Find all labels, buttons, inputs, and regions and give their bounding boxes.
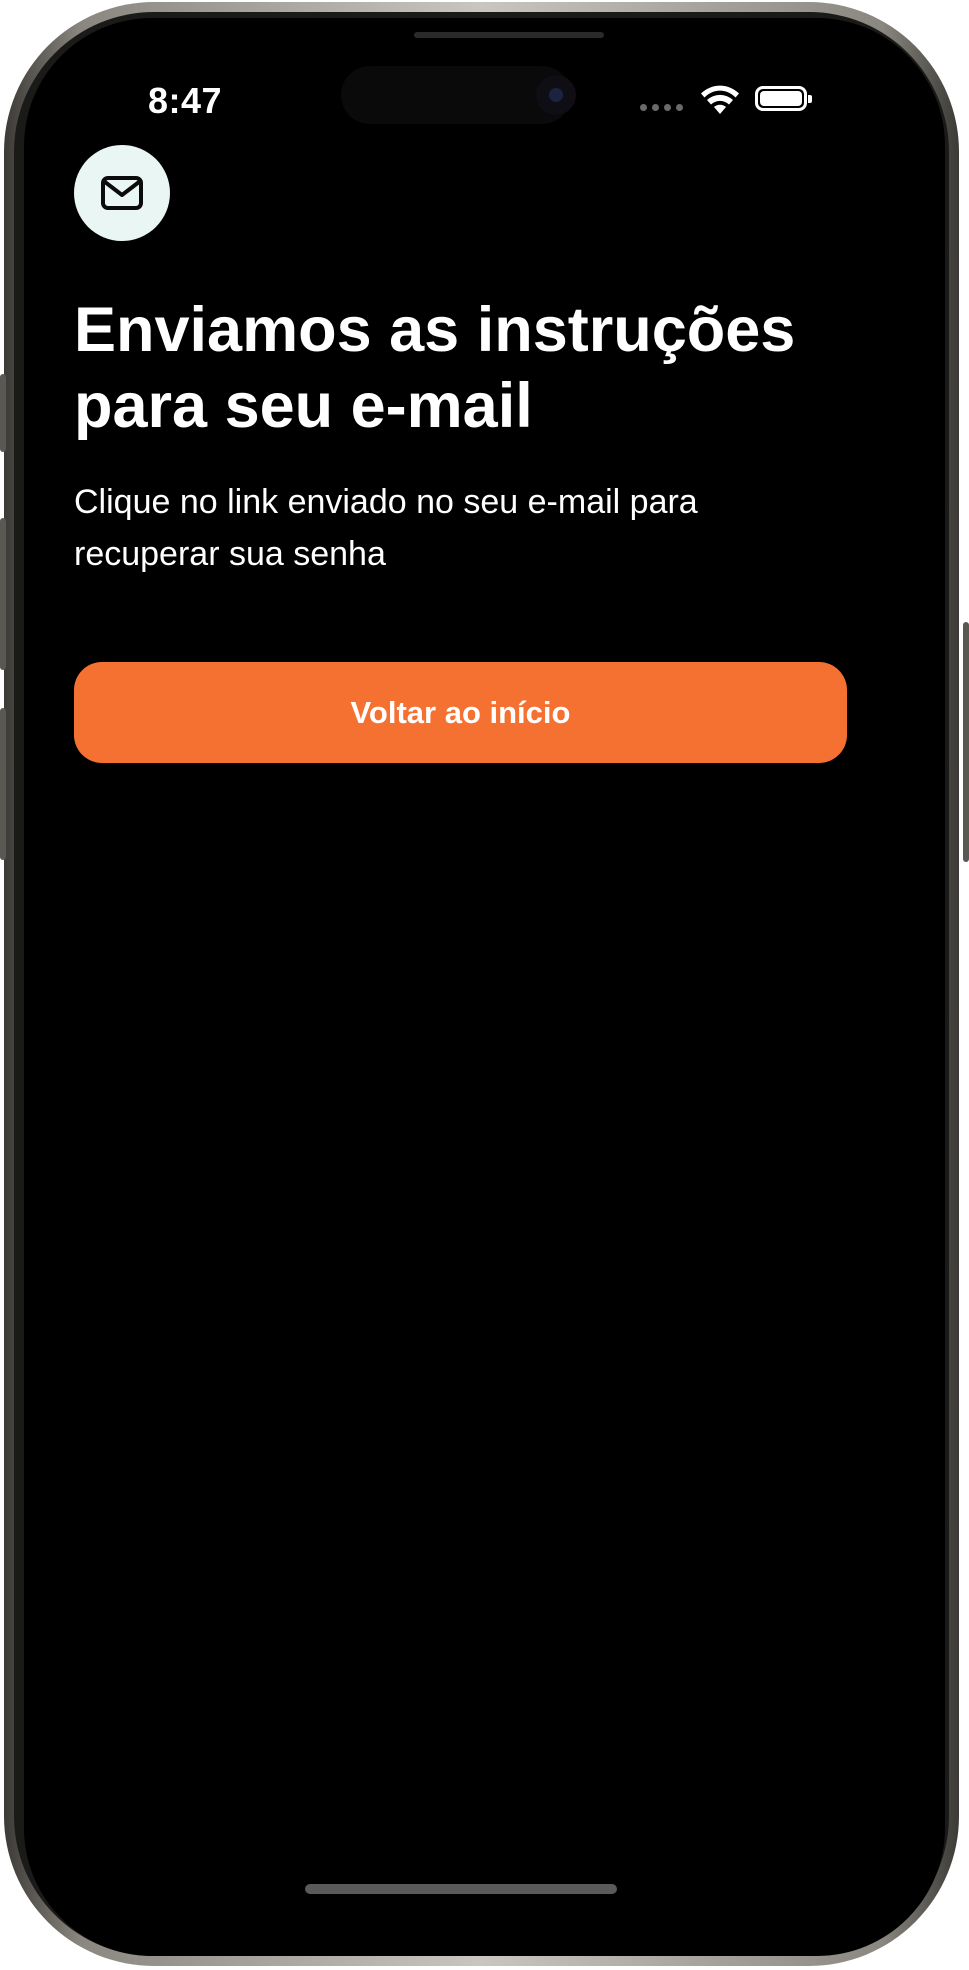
battery-icon bbox=[755, 86, 812, 111]
mail-icon-badge bbox=[74, 145, 170, 241]
volume-up-button bbox=[0, 518, 6, 670]
status-bar-time: 8:47 bbox=[148, 80, 223, 121]
front-camera bbox=[536, 75, 576, 115]
power-button bbox=[963, 622, 969, 862]
cellular-signal-icon bbox=[640, 104, 683, 111]
mail-icon bbox=[101, 176, 143, 210]
home-indicator[interactable] bbox=[305, 1884, 617, 1894]
wifi-icon bbox=[701, 85, 739, 114]
page-description: Clique no link enviado no seu e-mail par… bbox=[74, 483, 698, 573]
top-speaker-grille bbox=[414, 32, 604, 38]
volume-down-button bbox=[0, 708, 6, 860]
action-button bbox=[0, 374, 6, 452]
page-title: Enviamos as instruções para seu e-mail bbox=[74, 295, 796, 441]
back-to-home-button[interactable]: Voltar ao início bbox=[74, 662, 847, 763]
